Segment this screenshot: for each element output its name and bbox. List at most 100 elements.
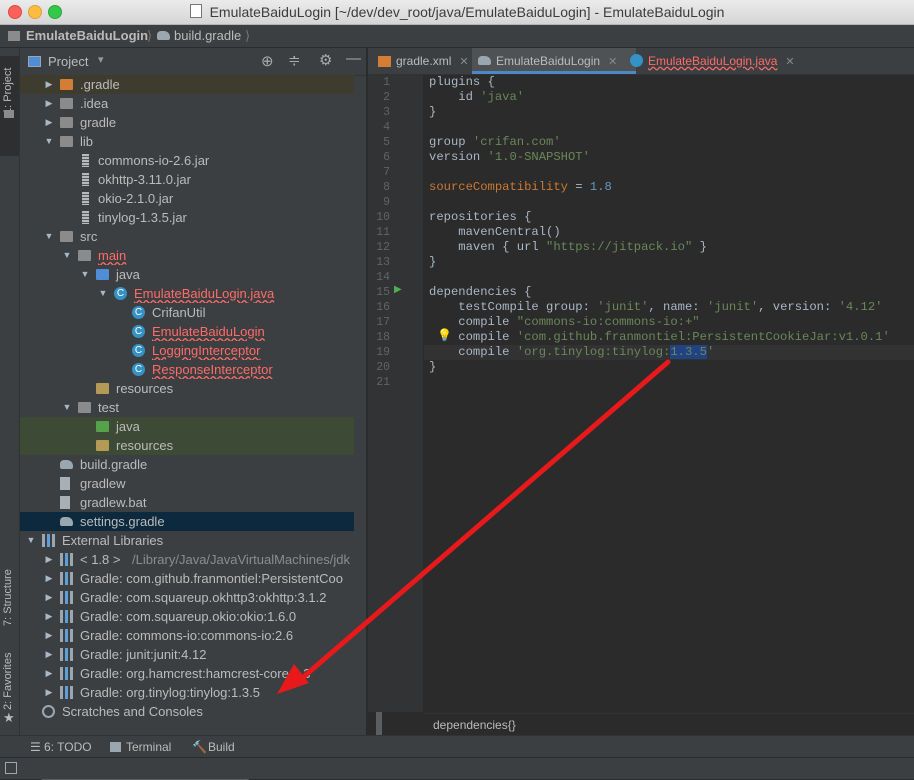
tree-item[interactable]: C CrifanUtil <box>20 303 354 322</box>
code-editor[interactable]: plugins { id 'java' } group 'crifan.com'… <box>424 75 914 712</box>
tree-item[interactable]: ▶ .idea <box>20 94 354 113</box>
expand-arrow-icon[interactable]: ▼ <box>98 284 108 303</box>
tree-item-label: Scratches and Consoles <box>62 704 203 719</box>
tree-item[interactable]: ▼ C EmulateBaiduLogin.java <box>20 284 354 303</box>
expand-arrow-icon[interactable]: ▼ <box>62 246 72 265</box>
navigation-bar: EmulateBaiduLogin ⟩ build.gradle ⟩ <box>0 25 914 48</box>
tree-item[interactable]: Scratches and Consoles <box>20 702 354 721</box>
collapse-arrow-icon[interactable]: ▶ <box>44 569 54 588</box>
tree-item[interactable]: java <box>20 417 354 436</box>
nav-project[interactable]: EmulateBaiduLogin <box>26 28 148 43</box>
tree-item-label: commons-io-2.6.jar <box>98 153 210 168</box>
line-number: 8 <box>383 181 390 194</box>
expand-arrow-icon[interactable]: ▼ <box>44 227 54 246</box>
expand-arrow-icon[interactable]: ▼ <box>26 531 36 550</box>
collapse-arrow-icon[interactable]: ▶ <box>44 626 54 645</box>
tree-item[interactable]: ▶ Gradle: com.squareup.okhttp3:okhttp:3.1… <box>20 588 354 607</box>
tab-structure[interactable]: 7: Structure <box>0 548 19 638</box>
tree-item[interactable]: okio-2.1.0.jar <box>20 189 354 208</box>
tree-item[interactable]: C EmulateBaiduLogin <box>20 322 354 341</box>
editor-tab-bar: gradle.xml ✕ EmulateBaiduLogin ✕ EmulateBa… <box>368 48 914 75</box>
library-icon <box>60 686 73 699</box>
tree-item[interactable]: ▶ .gradle <box>20 75 354 94</box>
tree-item[interactable]: ▼ main <box>20 246 354 265</box>
tool-terminal[interactable]: Terminal <box>126 740 171 754</box>
tree-item-label: tinylog-1.3.5.jar <box>98 210 187 225</box>
tool-build[interactable]: Build <box>208 740 235 754</box>
collapse-arrow-icon[interactable]: ▶ <box>44 645 54 664</box>
tree-item[interactable]: ▶ < 1.8 > /Library/Java/JavaVirtualMachine… <box>20 550 354 569</box>
close-tab-icon[interactable]: ✕ <box>459 56 468 68</box>
editor-breadcrumb[interactable]: dependencies{} <box>424 713 914 736</box>
tree-item[interactable]: resources <box>20 436 354 455</box>
tree-item[interactable]: ▼ lib <box>20 132 354 151</box>
collapse-arrow-icon[interactable]: ▶ <box>44 94 54 113</box>
tree-item[interactable]: ▼ test <box>20 398 354 417</box>
collapse-arrow-icon[interactable]: ▶ <box>44 588 54 607</box>
tool-todo[interactable]: 6: TODO <box>44 740 92 754</box>
project-view-selector[interactable]: Project <box>48 54 88 69</box>
tree-item[interactable]: settings.gradle <box>20 512 354 531</box>
tree-item[interactable]: gradlew <box>20 474 354 493</box>
tab-project[interactable]: 1: Project <box>0 56 19 156</box>
tree-item-label: gradle <box>80 115 117 130</box>
code-line-1: plugins { <box>429 75 495 89</box>
tree-item[interactable]: C LoggingInterceptor <box>20 341 354 360</box>
library-icon <box>60 591 73 604</box>
collapse-arrow-icon[interactable]: ▶ <box>44 683 54 702</box>
chevron-down-icon[interactable]: ▾ <box>98 53 104 66</box>
collapse-arrow-icon[interactable]: ▶ <box>44 113 54 132</box>
locate-target-icon[interactable]: ⊕ <box>261 52 274 70</box>
collapse-arrow-icon[interactable]: ▶ <box>44 664 54 683</box>
tree-item-label: Gradle: org.tinylog:tinylog:1.3.5 <box>80 685 260 700</box>
close-tab-icon[interactable]: ✕ <box>608 56 617 68</box>
tree-item[interactable]: ▶ Gradle: com.github.franmontiel:Persiste… <box>20 569 354 588</box>
tree-item[interactable]: ▼ External Libraries <box>20 531 354 550</box>
class-icon: C <box>132 344 145 357</box>
lightbulb-icon[interactable]: 💡 <box>437 328 452 342</box>
tree-item[interactable]: okhttp-3.11.0.jar <box>20 170 354 189</box>
tree-item[interactable]: ▶ Gradle: org.tinylog:tinylog:1.3.5 <box>20 683 354 702</box>
hide-panel-icon[interactable]: — <box>346 50 361 67</box>
tree-item[interactable]: ▶ Gradle: org.hamcrest:hamcrest-core:1.3 <box>20 664 354 683</box>
code-line-19: compile 'org.tinylog:tinylog:1.3.5' <box>429 345 715 359</box>
tree-item[interactable]: C ResponseInterceptor <box>20 360 354 379</box>
tree-item[interactable]: ▶ Gradle: junit:junit:4.12 <box>20 645 354 664</box>
code-line-15: dependencies { <box>429 285 532 299</box>
tree-item[interactable]: ▼ src <box>20 227 354 246</box>
expand-arrow-icon[interactable]: ▼ <box>44 132 54 151</box>
expand-arrow-icon[interactable]: ▼ <box>62 398 72 417</box>
tree-item-label: main <box>98 248 127 263</box>
tree-item[interactable]: build.gradle <box>20 455 354 474</box>
scratches-icon <box>42 705 55 718</box>
collapse-arrow-icon[interactable]: ▶ <box>44 75 54 94</box>
code-line-13: } <box>429 255 437 269</box>
nav-file[interactable]: build.gradle <box>174 28 241 43</box>
toggle-tool-windows-icon[interactable] <box>5 762 17 774</box>
line-number: 18 <box>376 331 390 344</box>
collapse-arrow-icon[interactable]: ▶ <box>44 550 54 569</box>
collapse-arrow-icon[interactable]: ▶ <box>44 607 54 626</box>
code-line-20: } <box>429 360 437 374</box>
folder-icon <box>78 250 91 261</box>
tree-item[interactable]: ▶ Gradle: com.squareup.okio:okio:1.6.0 <box>20 607 354 626</box>
tree-item[interactable]: ▼ java <box>20 265 354 284</box>
tab-emulatebaidulogin-java[interactable]: EmulateBaiduLogin.java ✕ <box>624 48 818 74</box>
tree-item[interactable]: gradlew.bat <box>20 493 354 512</box>
tree-item[interactable]: ▶ Gradle: commons-io:commons-io:2.6 <box>20 626 354 645</box>
line-number: 16 <box>376 301 390 314</box>
collapse-all-icon[interactable]: ≑ <box>288 51 301 69</box>
gear-icon[interactable]: ⚙ <box>319 51 332 69</box>
run-gutter-icon[interactable]: ▶ <box>394 284 402 295</box>
tab-emulatebaidulogin-gradle[interactable]: EmulateBaiduLogin ✕ <box>472 48 636 74</box>
line-number: 14 <box>376 271 390 284</box>
tree-item[interactable]: commons-io-2.6.jar <box>20 151 354 170</box>
tree-item[interactable]: ▶ gradle <box>20 113 354 132</box>
tree-item-label: gradlew.bat <box>80 495 147 510</box>
nav-separator-icon: ⟩ <box>245 28 251 43</box>
tree-item[interactable]: tinylog-1.3.5.jar <box>20 208 354 227</box>
line-number: 3 <box>383 106 390 119</box>
expand-arrow-icon[interactable]: ▼ <box>80 265 90 284</box>
close-tab-icon[interactable]: ✕ <box>785 56 794 68</box>
tree-item[interactable]: resources <box>20 379 354 398</box>
